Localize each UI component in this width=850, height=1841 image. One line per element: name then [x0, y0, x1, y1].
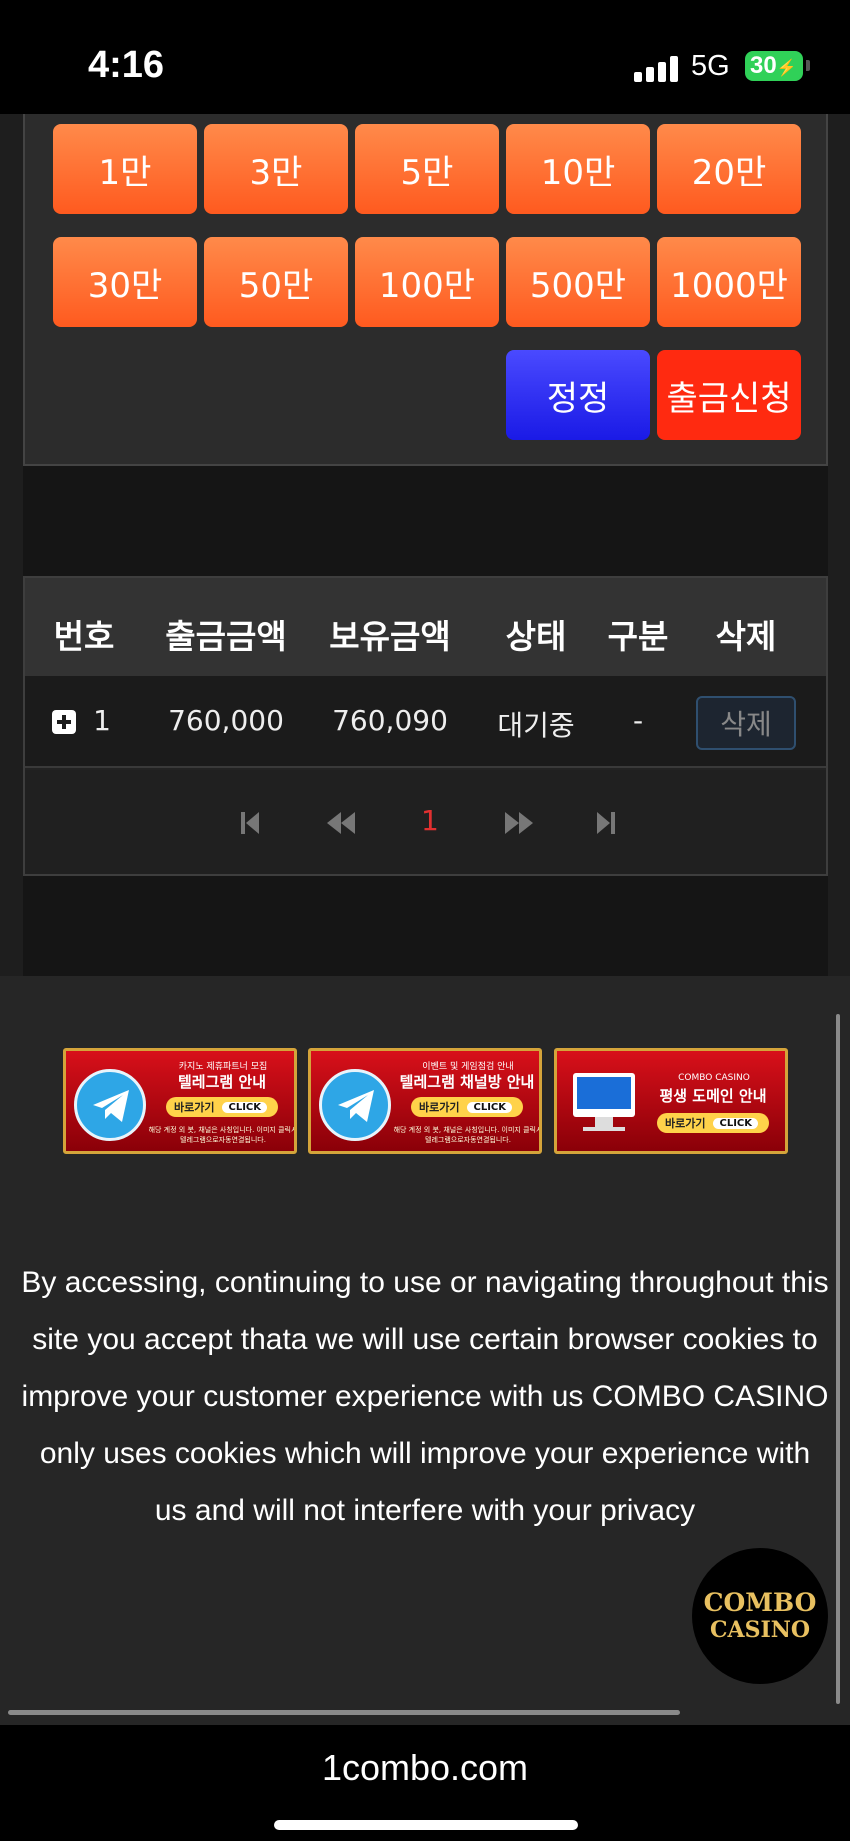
battery-level: 30	[750, 52, 777, 79]
combo-casino-logo[interactable]: COMBO CASINO	[692, 1548, 828, 1684]
amount-button-5[interactable]: 5만	[355, 124, 499, 214]
table-row: 1 760,000 760,090 대기중 - 삭제	[25, 676, 826, 768]
banner-note: 해당 계정 외 봇, 채널은 사칭입니다. 이미지 클릭시 텔레그램으로자동연결…	[393, 1126, 542, 1144]
row-withdraw-amount: 760,000	[168, 704, 284, 737]
cookie-notice: By accessing, continuing to use or navig…	[21, 1266, 829, 1527]
amount-button-100[interactable]: 100만	[355, 237, 499, 327]
telegram-channel-banner[interactable]: 이벤트 및 게임점검 안내 텔레그램 채널방 안내 바로가기 CLICK 해당 계…	[308, 1048, 542, 1154]
banner-go-label: 바로가기	[419, 1101, 460, 1114]
section-divider	[23, 466, 828, 576]
banner-go-button: 바로가기 CLICK	[411, 1097, 523, 1117]
banner-click-label: CLICK	[713, 1117, 759, 1129]
header-number: 번호	[53, 617, 115, 656]
next-page-icon[interactable]	[503, 808, 535, 838]
network-type: 5G	[691, 50, 730, 82]
url-text[interactable]: 1combo.com	[0, 1747, 850, 1789]
last-page-icon[interactable]	[595, 808, 617, 838]
banner-go-label: 바로가기	[174, 1101, 215, 1114]
header-status: 상태	[505, 617, 567, 656]
row-held-amount: 760,090	[332, 704, 448, 737]
withdraw-amount-panel: 1만 3만 5만 10만 20만 30만 50만 100만 500만 1000만…	[23, 114, 828, 466]
delete-button[interactable]: 삭제	[696, 696, 796, 750]
row-status: 대기중	[497, 709, 575, 742]
home-indicator[interactable]	[274, 1820, 578, 1830]
banner-go-button: 바로가기 CLICK	[166, 1097, 278, 1117]
telegram-icon	[74, 1069, 146, 1141]
banner-title: 텔레그램 채널방 안내	[399, 1073, 535, 1091]
row-category: -	[632, 704, 644, 737]
battery-icon: 30⚡	[745, 51, 803, 81]
expand-plus-icon[interactable]	[52, 710, 76, 734]
banner-go-button: 바로가기 CLICK	[657, 1113, 769, 1133]
battery-cap	[806, 60, 810, 71]
amount-button-1000[interactable]: 1000만	[657, 237, 801, 327]
header-held-amount: 보유금액	[329, 617, 451, 656]
amount-button-50[interactable]: 50만	[204, 237, 348, 327]
signal-icon	[634, 56, 680, 82]
banner-note: 해당 계정 외 봇, 채널은 사칭입니다. 이미지 클릭시 텔레그램으로자동연결…	[148, 1126, 297, 1144]
header-withdraw-amount: 출금금액	[165, 617, 287, 656]
browser-url-bar: 1combo.com	[0, 1725, 850, 1841]
status-time: 4:16	[88, 44, 165, 86]
telegram-icon	[319, 1069, 391, 1141]
telegram-guide-banner[interactable]: 카지노 제휴파트너 모집 텔레그램 안내 바로가기 CLICK 해당 계정 외 봇…	[63, 1048, 297, 1154]
row-number: 1	[93, 704, 111, 737]
banner-title: 평생 도메인 안내	[659, 1087, 767, 1105]
amount-button-10[interactable]: 10만	[506, 124, 650, 214]
banner-subtitle: COMBO CASINO	[678, 1073, 750, 1083]
pagination: 1	[25, 770, 826, 874]
logo-line2: CASINO	[709, 1617, 811, 1643]
amount-button-3[interactable]: 3만	[204, 124, 348, 214]
banner-go-label: 바로가기	[665, 1117, 706, 1130]
prev-page-icon[interactable]	[325, 808, 357, 838]
vertical-scrollbar[interactable]	[836, 1014, 840, 1704]
first-page-icon[interactable]	[239, 808, 261, 838]
domain-guide-banner[interactable]: COMBO CASINO 평생 도메인 안내 바로가기 CLICK	[554, 1048, 788, 1154]
amount-button-30[interactable]: 30만	[53, 237, 197, 327]
monitor-base	[583, 1127, 625, 1131]
monitor-stand	[595, 1117, 613, 1127]
table-header: 번호 출금금액 보유금액 상태 구분 삭제	[25, 578, 826, 676]
header-delete: 삭제	[715, 617, 777, 656]
withdraw-request-button[interactable]: 출금신청	[657, 350, 801, 440]
horizontal-scrollbar[interactable]	[8, 1710, 680, 1715]
section-divider	[23, 876, 828, 976]
status-bar: 4:16 5G 30⚡	[0, 0, 850, 114]
monitor-icon	[573, 1073, 635, 1117]
amount-button-20[interactable]: 20만	[657, 124, 801, 214]
reset-button[interactable]: 정정	[506, 350, 650, 440]
logo-line1: COMBO	[703, 1588, 817, 1617]
page-content: 1만 3만 5만 10만 20만 30만 50만 100만 500만 1000만…	[0, 114, 850, 1725]
withdraw-history-table: 번호 출금금액 보유금액 상태 구분 삭제 1 760,000 760,090 …	[23, 576, 828, 876]
page-number-current[interactable]: 1	[421, 804, 439, 837]
amount-button-1[interactable]: 1만	[53, 124, 197, 214]
banner-click-label: CLICK	[222, 1101, 268, 1113]
header-category: 구분	[607, 617, 669, 656]
amount-button-500[interactable]: 500만	[506, 237, 650, 327]
banner-click-label: CLICK	[467, 1101, 513, 1113]
banner-title: 텔레그램 안내	[177, 1073, 267, 1091]
